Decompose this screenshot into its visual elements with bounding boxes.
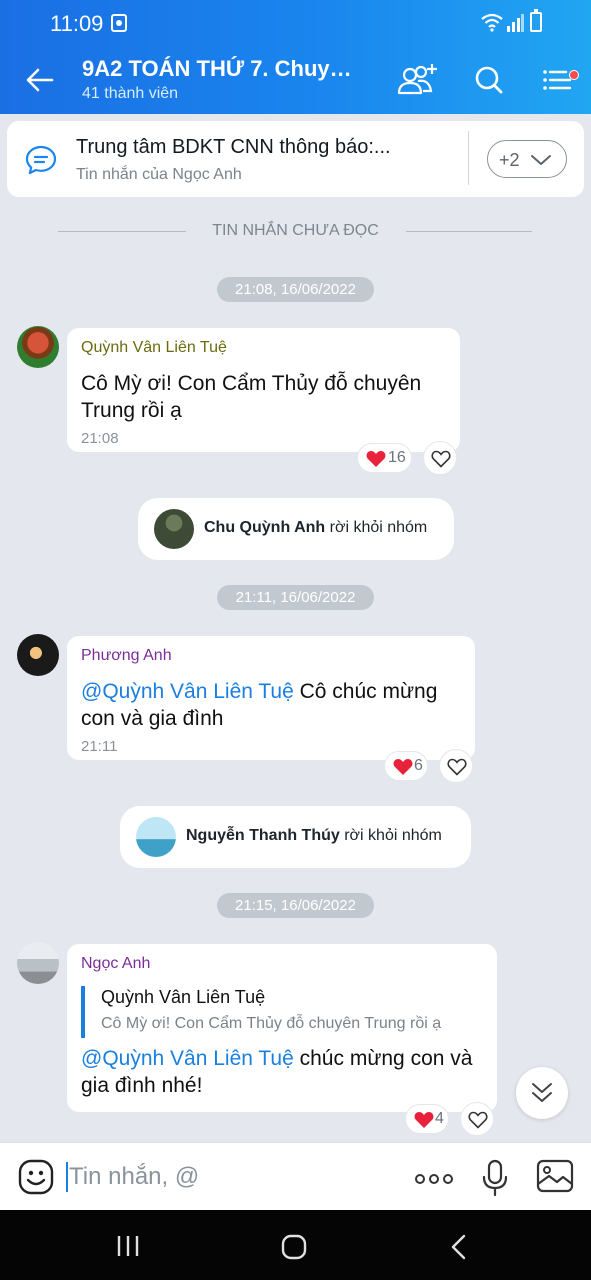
- member-count[interactable]: 41 thành viên: [82, 85, 178, 103]
- notice-action: rời khỏi nhóm: [325, 519, 428, 536]
- reaction-count[interactable]: 4: [405, 1104, 449, 1134]
- message-time: 21:11: [81, 738, 118, 755]
- quoted-text: Cô Mỳ ơi! Con Cẩm Thủy đỗ chuyên Trung r…: [101, 1015, 442, 1032]
- more-dots-icon[interactable]: [414, 1174, 454, 1184]
- message-input[interactable]: [69, 1162, 389, 1192]
- like-button[interactable]: [439, 749, 473, 783]
- avatar[interactable]: [17, 634, 59, 676]
- heart-outline-icon: [431, 450, 451, 468]
- back-icon[interactable]: [450, 1234, 468, 1260]
- status-time: 11:09: [50, 11, 104, 36]
- group-title[interactable]: 9A2 TOÁN THỨ 7. Chuyên Toán: [82, 56, 362, 82]
- reaction-number: 16: [388, 449, 406, 466]
- notice-user[interactable]: Chu Quỳnh Anh: [204, 519, 325, 536]
- reaction-number: 4: [435, 1110, 444, 1127]
- heart-icon: [414, 1112, 434, 1128]
- system-nav-bar: [0, 1210, 591, 1280]
- chevron-down-icon: [531, 155, 551, 165]
- like-button[interactable]: [423, 441, 457, 475]
- avatar[interactable]: [17, 326, 59, 368]
- mention-link[interactable]: @Quỳnh Vân Liên Tuệ: [81, 680, 294, 703]
- message-time: 21:08: [81, 430, 119, 447]
- mention-link[interactable]: @Quỳnh Vân Liên Tuệ: [81, 1047, 294, 1070]
- notice-text: Nguyễn Thanh Thúy rời khỏi nhóm: [186, 827, 442, 845]
- avatar[interactable]: [17, 942, 59, 984]
- text-cursor: [66, 1162, 68, 1192]
- timestamp-pill: 21:15, 16/06/2022: [217, 893, 374, 918]
- avatar[interactable]: [136, 817, 176, 857]
- message-text: @Quỳnh Vân Liên Tuệ Cô chúc mừng con và …: [81, 678, 466, 732]
- message-bubble[interactable]: Phương Anh @Quỳnh Vân Liên Tuệ Cô chúc m…: [67, 636, 475, 760]
- pinned-more-count: +2: [499, 150, 520, 170]
- pinned-title: Trung tâm BDKT CNN thông báo:...: [76, 136, 391, 158]
- heart-icon: [393, 759, 413, 775]
- image-icon[interactable]: [536, 1159, 574, 1193]
- unread-divider: TIN NHẮN CHƯA ĐỌC: [0, 220, 591, 242]
- system-notice: Chu Quỳnh Anh rời khỏi nhóm: [138, 498, 454, 560]
- menu-button[interactable]: [536, 62, 580, 98]
- message-text: @Quỳnh Vân Liên Tuệ chúc mừng con và gia…: [81, 1045, 486, 1099]
- top-bar: 11:09 9A2 TOÁN THỨ 7. Chuyên Toán 41 thà…: [0, 0, 591, 114]
- recent-apps-icon[interactable]: [116, 1234, 140, 1258]
- like-button[interactable]: [460, 1102, 494, 1136]
- pinned-divider: [468, 131, 469, 185]
- message-bubble[interactable]: Ngọc Anh Quỳnh Vân Liên Tuệ Cô Mỳ ơi! Co…: [67, 944, 497, 1112]
- timestamp-pill: 21:11, 16/06/2022: [217, 585, 374, 610]
- heart-icon: [366, 451, 386, 467]
- message-input-bar: [0, 1142, 591, 1210]
- divider-line: [406, 231, 532, 232]
- signal-icon: [507, 14, 524, 32]
- message-text: Cô Mỳ ơi! Con Cẩm Thủy đỗ chuyên Trung r…: [81, 372, 422, 422]
- menu-notification-dot: [569, 70, 579, 80]
- reaction-count[interactable]: 16: [357, 443, 412, 473]
- home-icon[interactable]: [281, 1234, 307, 1260]
- pinned-more-button[interactable]: +2: [487, 140, 567, 178]
- avatar[interactable]: [154, 509, 194, 549]
- pinned-message[interactable]: Trung tâm BDKT CNN thông báo:... Tin nhắ…: [7, 121, 584, 197]
- add-member-icon[interactable]: [396, 62, 440, 98]
- status-bar: 11:09: [0, 0, 591, 46]
- chat-header: 9A2 TOÁN THỨ 7. Chuyên Toán 41 thành viê…: [0, 46, 591, 114]
- microphone-icon[interactable]: [480, 1159, 510, 1197]
- scroll-down-button[interactable]: [516, 1067, 568, 1119]
- message-bubble[interactable]: Quỳnh Vân Liên Tuệ Cô Mỳ ơi! Con Cẩm Thủ…: [67, 328, 460, 452]
- wifi-icon: [481, 13, 503, 32]
- reaction-count[interactable]: 6: [384, 751, 428, 781]
- sender-name[interactable]: Ngọc Anh: [81, 955, 150, 973]
- notice-user[interactable]: Nguyễn Thanh Thúy: [186, 827, 340, 844]
- quoted-message[interactable]: Quỳnh Vân Liên Tuệ Cô Mỳ ơi! Con Cẩm Thủ…: [81, 986, 491, 1038]
- menu-list-icon: [543, 70, 572, 90]
- reaction-number: 6: [414, 757, 423, 774]
- quoted-sender: Quỳnh Vân Liên Tuệ: [101, 987, 266, 1007]
- sender-name[interactable]: Quỳnh Vân Liên Tuệ: [81, 339, 227, 357]
- notice-action: rời khỏi nhóm: [339, 827, 442, 844]
- notification-icon: [111, 14, 127, 32]
- double-chevron-down-icon: [532, 1083, 552, 1102]
- timestamp-pill: 21:08, 16/06/2022: [217, 277, 374, 302]
- emoji-icon[interactable]: [18, 1159, 54, 1195]
- search-icon[interactable]: [468, 62, 512, 98]
- heart-outline-icon: [447, 758, 467, 776]
- system-notice: Nguyễn Thanh Thúy rời khỏi nhóm: [120, 806, 471, 868]
- chat-bubble-icon: [25, 145, 57, 175]
- notice-text: Chu Quỳnh Anh rời khỏi nhóm: [204, 519, 427, 537]
- pinned-subtitle: Tin nhắn của Ngọc Anh: [76, 166, 242, 183]
- back-arrow-icon[interactable]: [24, 64, 56, 96]
- battery-icon: [530, 9, 542, 32]
- sender-name[interactable]: Phương Anh: [81, 647, 172, 665]
- heart-outline-icon: [468, 1111, 488, 1129]
